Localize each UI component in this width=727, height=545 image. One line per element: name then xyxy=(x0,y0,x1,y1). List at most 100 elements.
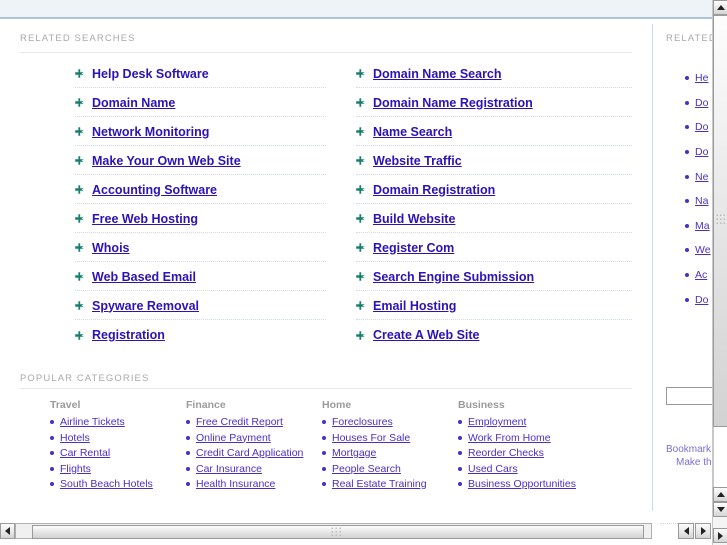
related-search-link[interactable]: Name Search xyxy=(373,125,452,139)
list-item[interactable]: Free Credit Report xyxy=(186,416,322,428)
related-search-link[interactable]: Accounting Software xyxy=(92,183,217,197)
related-search-item[interactable]: Create A Web Site xyxy=(356,320,632,349)
category-link[interactable]: Flights xyxy=(60,463,91,475)
sidebar-list-item[interactable]: He xyxy=(685,66,712,91)
related-search-item[interactable]: Make Your Own Web Site xyxy=(75,146,326,175)
sidebar-link[interactable]: Do xyxy=(695,146,708,158)
category-link[interactable]: Real Estate Training xyxy=(332,478,427,490)
hscroll-left-button[interactable] xyxy=(0,523,15,539)
related-search-item[interactable]: Register Com xyxy=(356,233,632,262)
corner-scroll-button[interactable] xyxy=(713,528,727,543)
related-search-item[interactable]: Website Traffic xyxy=(356,146,632,175)
list-item[interactable]: Work From Home xyxy=(458,432,594,444)
sidebar-link[interactable]: Do xyxy=(695,294,708,306)
sidebar-link[interactable]: We xyxy=(695,244,711,256)
related-search-link[interactable]: Help Desk Software xyxy=(92,67,209,81)
category-link[interactable]: Airline Tickets xyxy=(60,416,125,428)
sidebar-link[interactable]: Ma xyxy=(695,220,710,232)
category-link[interactable]: Business Opportunities xyxy=(468,478,576,490)
category-link[interactable]: Work From Home xyxy=(468,432,551,444)
sidebar-link[interactable]: He xyxy=(695,72,708,84)
related-search-link[interactable]: Web Based Email xyxy=(92,270,196,284)
hscroll-track[interactable] xyxy=(15,523,652,539)
page-vertical-scrollbar[interactable] xyxy=(712,0,727,545)
vscroll-up-button[interactable] xyxy=(713,0,727,15)
related-search-link[interactable]: Domain Registration xyxy=(373,183,495,197)
related-search-item[interactable]: Build Website xyxy=(356,204,632,233)
list-item[interactable]: Used Cars xyxy=(458,463,594,475)
related-search-item[interactable]: Search Engine Submission xyxy=(356,262,632,291)
related-search-item[interactable]: Network Monitoring xyxy=(75,117,326,146)
list-item[interactable]: Business Opportunities xyxy=(458,478,594,490)
list-item[interactable]: Airline Tickets xyxy=(50,416,186,428)
related-search-link[interactable]: Network Monitoring xyxy=(92,125,209,139)
related-search-item[interactable]: Registration xyxy=(75,320,326,349)
related-search-link[interactable]: Create A Web Site xyxy=(373,328,480,342)
category-link[interactable]: Reorder Checks xyxy=(468,447,544,459)
sidebar-list-item[interactable]: Do xyxy=(685,140,712,165)
list-item[interactable]: Mortgage xyxy=(322,447,458,459)
related-search-item[interactable]: Name Search xyxy=(356,117,632,146)
category-link[interactable]: Houses For Sale xyxy=(332,432,410,444)
main-horizontal-scrollbar[interactable] xyxy=(0,523,652,539)
sidebar-hscroll-right-button[interactable] xyxy=(695,523,711,539)
list-item[interactable]: Houses For Sale xyxy=(322,432,458,444)
list-item[interactable]: People Search xyxy=(322,463,458,475)
list-item[interactable]: Real Estate Training xyxy=(322,478,458,490)
related-search-link[interactable]: Whois xyxy=(92,241,130,255)
related-search-link[interactable]: Make Your Own Web Site xyxy=(92,154,241,168)
related-search-item[interactable]: Help Desk Software xyxy=(75,59,326,88)
make-homepage-link[interactable]: Make this xyxy=(666,456,712,469)
category-link[interactable]: Online Payment xyxy=(196,432,271,444)
sidebar-search-input[interactable] xyxy=(666,387,712,405)
related-search-item[interactable]: Free Web Hosting xyxy=(75,204,326,233)
category-link[interactable]: South Beach Hotels xyxy=(60,478,153,490)
list-item[interactable]: Credit Card Application xyxy=(186,447,322,459)
sidebar-list-item[interactable]: Ne xyxy=(685,164,712,189)
vscroll-thumb[interactable] xyxy=(713,15,727,427)
list-item[interactable]: Foreclosures xyxy=(322,416,458,428)
related-search-link[interactable]: Search Engine Submission xyxy=(373,270,534,284)
sidebar-list-item[interactable]: Na xyxy=(685,189,712,214)
related-search-item[interactable]: Domain Name Search xyxy=(356,59,632,88)
related-search-link[interactable]: Spyware Removal xyxy=(92,299,199,313)
category-link[interactable]: Free Credit Report xyxy=(196,416,283,428)
sidebar-link[interactable]: Do xyxy=(695,121,708,133)
related-search-item[interactable]: Domain Registration xyxy=(356,175,632,204)
related-search-link[interactable]: Register Com xyxy=(373,241,454,255)
category-link[interactable]: Employment xyxy=(468,416,526,428)
related-search-link[interactable]: Build Website xyxy=(373,212,455,226)
category-link[interactable]: Health Insurance xyxy=(196,478,275,490)
related-search-item[interactable]: Web Based Email xyxy=(75,262,326,291)
list-item[interactable]: Hotels xyxy=(50,432,186,444)
category-link[interactable]: Credit Card Application xyxy=(196,447,303,459)
sidebar-list-item[interactable]: Do xyxy=(685,115,712,140)
list-item[interactable]: Car Insurance xyxy=(186,463,322,475)
list-item[interactable]: Health Insurance xyxy=(186,478,322,490)
category-link[interactable]: Hotels xyxy=(60,432,90,444)
sidebar-link[interactable]: Ne xyxy=(695,171,708,183)
related-search-item[interactable]: Accounting Software xyxy=(75,175,326,204)
list-item[interactable]: Employment xyxy=(458,416,594,428)
category-link[interactable]: Car Rental xyxy=(60,447,110,459)
category-link[interactable]: Used Cars xyxy=(468,463,518,475)
related-search-link[interactable]: Domain Name Registration xyxy=(373,96,533,110)
list-item[interactable]: Reorder Checks xyxy=(458,447,594,459)
sidebar-link[interactable]: Ac xyxy=(695,269,707,281)
sidebar-hscroll-left-button[interactable] xyxy=(678,523,694,539)
list-item[interactable]: South Beach Hotels xyxy=(50,478,186,490)
category-link[interactable]: Car Insurance xyxy=(196,463,262,475)
sidebar-horizontal-scrollbar[interactable] xyxy=(660,523,712,539)
bookmark-link[interactable]: Bookmark xyxy=(666,443,712,456)
sidebar-link[interactable]: Na xyxy=(695,195,708,207)
list-item[interactable]: Online Payment xyxy=(186,432,322,444)
related-search-link[interactable]: Domain Name Search xyxy=(373,67,502,81)
related-search-item[interactable]: Spyware Removal xyxy=(75,291,326,320)
category-link[interactable]: Mortgage xyxy=(332,447,376,459)
related-search-item[interactable]: Domain Name Registration xyxy=(356,88,632,117)
sidebar-list-item[interactable]: We xyxy=(685,238,712,263)
related-search-link[interactable]: Domain Name xyxy=(92,96,175,110)
sidebar-list-item[interactable]: Ma xyxy=(685,214,712,239)
vscroll-up-button-secondary[interactable] xyxy=(713,487,727,502)
related-search-link[interactable]: Free Web Hosting xyxy=(92,212,198,226)
